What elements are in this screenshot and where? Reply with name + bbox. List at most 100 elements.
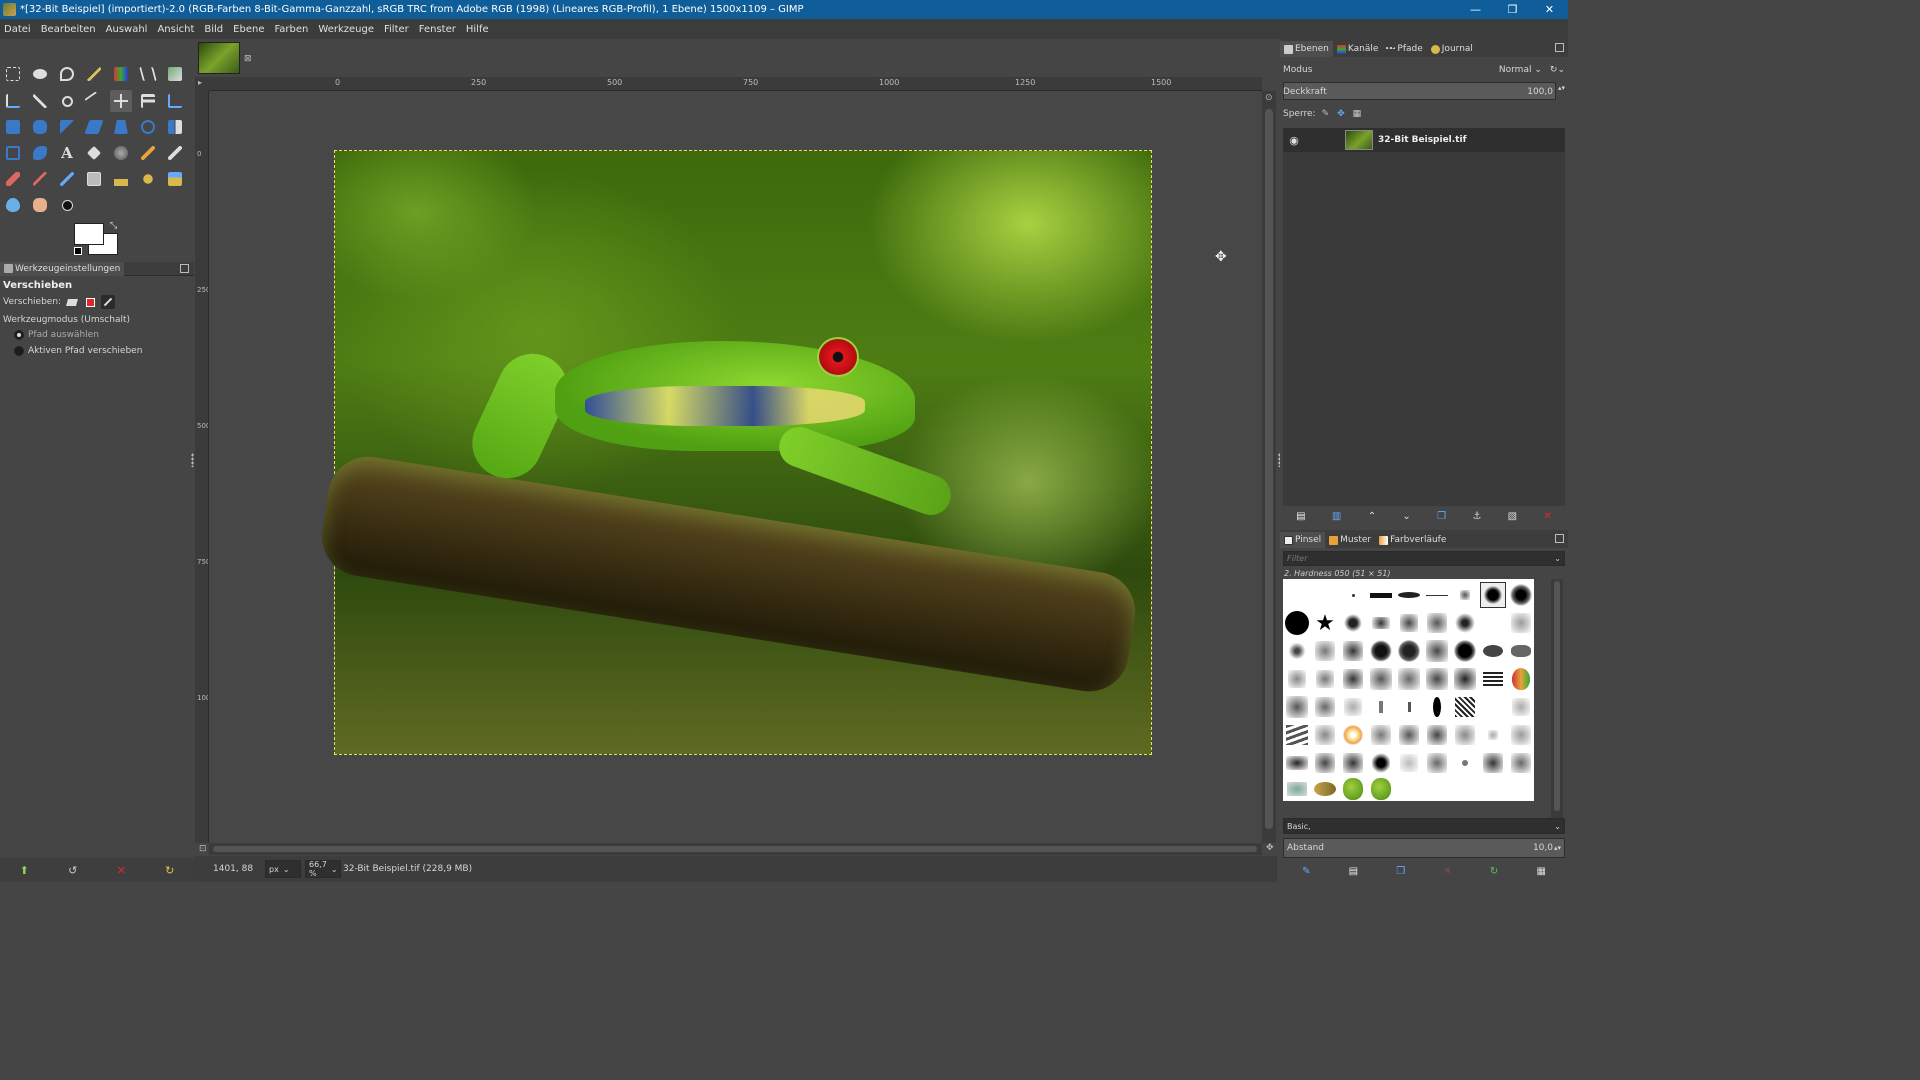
brush-item[interactable] [1340,694,1366,720]
brush-preset-dropdown[interactable]: Basic, ⌄ [1283,818,1565,834]
swap-colors-icon[interactable]: ⤡ [110,221,117,231]
refresh-brushes-icon[interactable]: ↻ [1490,866,1498,877]
mypaint-brush-tool[interactable] [83,168,105,190]
vertical-ruler[interactable]: 0 250 500 750 1000 [195,91,209,843]
path-target-icon[interactable] [101,295,116,309]
menu-ebene[interactable]: Ebene [233,24,264,35]
brush-item[interactable] [1396,582,1422,608]
brush-item[interactable] [1452,666,1478,692]
brush-item[interactable] [1452,750,1478,776]
zoom-tool[interactable] [56,90,78,112]
tab-channels[interactable]: Kanäle [1333,41,1383,57]
brush-item[interactable] [1284,694,1310,720]
brush-item[interactable] [1368,694,1394,720]
brush-item[interactable] [1312,694,1338,720]
lasso-tool[interactable] [56,63,78,85]
tab-paths[interactable]: Pfade [1382,41,1426,57]
tab-journal[interactable]: Journal [1427,41,1477,57]
brush-item[interactable] [1368,722,1394,748]
new-brush-icon[interactable]: ▤ [1349,866,1358,877]
quick-mask-icon[interactable]: ⊡ [199,844,207,854]
save-options-icon[interactable]: ⬆ [20,864,29,877]
brush-item[interactable] [1396,722,1422,748]
brush-item[interactable] [1480,638,1506,664]
menu-datei[interactable]: Datei [4,24,31,35]
brush-item[interactable] [1284,638,1310,664]
unit-selector[interactable]: px ⌄ [265,860,301,878]
text-tool[interactable]: A [56,142,78,164]
brush-item[interactable] [1452,638,1478,664]
perspective-clone-tool[interactable] [164,168,186,190]
spin-arrows-icon[interactable]: ▴▾ [1554,844,1561,852]
radio-select-path[interactable]: Pfad auswählen [0,327,194,343]
zoom-fit-icon[interactable]: ⊙ [1265,93,1273,103]
panel-menu-icon[interactable] [1555,534,1564,543]
brush-item[interactable] [1284,750,1310,776]
brush-item[interactable] [1508,582,1534,608]
brush-item[interactable] [1396,666,1422,692]
brush-item[interactable] [1368,638,1394,664]
image-tab-thumbnail[interactable] [198,42,240,74]
brush-item[interactable] [1340,666,1366,692]
selection-target-icon[interactable] [83,295,97,309]
scale-tool[interactable] [56,116,78,138]
blur-tool[interactable] [2,194,24,216]
gradient-tool[interactable] [110,142,132,164]
menu-ansicht[interactable]: Ansicht [157,24,194,35]
brush-item[interactable] [1312,776,1338,802]
brush-item[interactable] [1340,610,1366,636]
paths-tool[interactable] [2,90,24,112]
close-tab-icon[interactable]: ⊠ [244,54,252,64]
tab-brushes[interactable]: Pinsel [1280,532,1326,548]
navigate-icon[interactable]: ✥ [1266,843,1274,853]
cage-transform-tool[interactable] [2,142,24,164]
shear-tool[interactable] [83,116,105,138]
brush-item[interactable] [1424,666,1450,692]
restore-button[interactable]: ❐ [1494,0,1531,19]
menu-auswahl[interactable]: Auswahl [106,24,148,35]
brush-item[interactable] [1396,750,1422,776]
brush-item[interactable] [1424,610,1450,636]
panel-menu-icon[interactable] [1555,43,1564,52]
brush-item[interactable] [1424,722,1450,748]
menu-bearbeiten[interactable]: Bearbeiten [41,24,96,35]
tab-tool-options[interactable]: Werkzeugeinstellungen [0,261,125,276]
vertical-scrollbar[interactable]: ⊙ [1262,91,1276,843]
eraser-tool[interactable] [2,168,24,190]
measure-tool[interactable] [83,90,105,112]
delete-brush-icon[interactable]: ✕ [1443,866,1451,877]
brush-item[interactable] [1452,694,1478,720]
brush-item[interactable] [1452,610,1478,636]
scroll-thumb[interactable] [1265,109,1273,829]
spacing-slider[interactable]: Abstand 10,0 ▴▾ [1283,838,1565,858]
new-layer-icon[interactable]: ▤ [1296,511,1305,522]
clone-tool[interactable] [110,168,132,190]
close-button[interactable]: ✕ [1531,0,1568,19]
lock-position-icon[interactable]: ✥ [1337,109,1345,119]
brush-item[interactable] [1340,582,1366,608]
brush-grid[interactable]: ★ [1283,579,1534,801]
open-brush-folder-icon[interactable]: ▦ [1536,866,1545,877]
fuzzy-select-tool[interactable] [83,63,105,85]
brush-item[interactable] [1508,666,1534,692]
move-tool[interactable] [110,90,132,112]
brush-item[interactable] [1368,666,1394,692]
bucket-fill-tool[interactable] [83,142,105,164]
brush-item[interactable] [1284,722,1310,748]
brush-item[interactable] [1312,666,1338,692]
left-dock-handle[interactable] [191,453,194,467]
brush-item[interactable] [1396,610,1422,636]
brush-item[interactable] [1312,750,1338,776]
ruler-corner[interactable]: ▸ [195,77,209,91]
scissors-tool[interactable] [137,63,159,85]
brush-item[interactable] [1508,694,1534,720]
mode-dropdown[interactable]: Normal ⌄ [1499,65,1542,75]
brush-item[interactable] [1340,638,1366,664]
brush-scrollbar[interactable] [1551,579,1563,819]
smudge-tool[interactable] [29,194,51,216]
pencil-tool[interactable] [137,142,159,164]
brush-item[interactable] [1340,750,1366,776]
dodge-burn-tool[interactable] [56,194,78,216]
rect-select-tool[interactable] [2,63,24,85]
tab-gradients[interactable]: Farbverläufe [1375,532,1450,548]
